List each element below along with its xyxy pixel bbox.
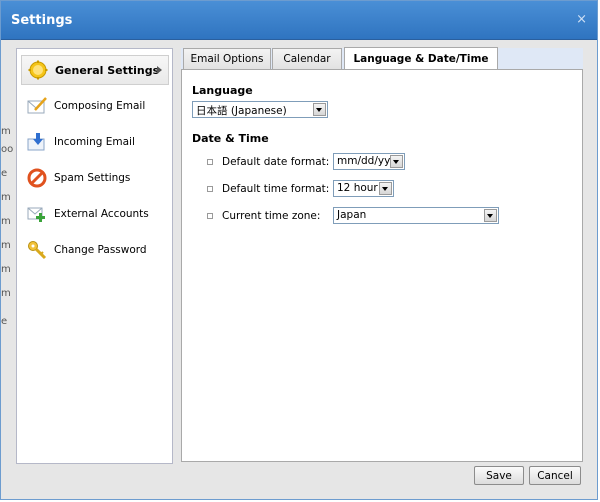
- chevron-down-icon[interactable]: [484, 209, 497, 222]
- tab-language-date-time[interactable]: Language & Date/Time: [344, 47, 498, 70]
- chevron-down-icon[interactable]: [313, 103, 326, 116]
- nav-item-spam-settings[interactable]: Spam Settings: [21, 163, 169, 193]
- bullet-icon: [207, 185, 213, 192]
- nav-label: Change Password: [54, 244, 147, 256]
- settings-panel: Email Options Calendar Language & Date/T…: [181, 47, 583, 462]
- chevron-down-icon[interactable]: [390, 155, 403, 168]
- background-fragment: oo: [1, 144, 14, 155]
- time-format-label: Default time format:: [222, 182, 330, 195]
- settings-nav: General Settings Composing Email Incomin…: [16, 48, 173, 464]
- tab-email-options[interactable]: Email Options: [183, 48, 271, 69]
- tab-calendar[interactable]: Calendar: [272, 48, 342, 69]
- close-icon[interactable]: ×: [576, 12, 587, 27]
- timezone-value: Japan: [337, 209, 367, 221]
- time-format-select[interactable]: 12 hour: [333, 180, 394, 197]
- date-time-heading: Date & Time: [192, 132, 269, 145]
- save-button-label: Save: [486, 469, 512, 482]
- nav-label: Composing Email: [54, 100, 146, 112]
- save-button[interactable]: Save: [474, 466, 524, 485]
- dialog-titlebar[interactable]: Settings ×: [1, 1, 597, 40]
- timezone-select[interactable]: Japan: [333, 207, 499, 224]
- chevron-right-icon: [157, 66, 162, 74]
- background-fragment: m: [1, 126, 11, 137]
- tab-label: Email Options: [190, 53, 264, 65]
- tab-label: Calendar: [283, 53, 331, 65]
- background-fragments: m oo e m m m m m e: [1, 126, 13, 366]
- tab-strip: Email Options Calendar Language & Date/T…: [181, 47, 583, 70]
- nav-label: Spam Settings: [54, 172, 131, 184]
- bullet-icon: [207, 158, 213, 165]
- nav-label: General Settings: [55, 63, 160, 77]
- background-fragment: m: [1, 216, 11, 227]
- bullet-icon: [207, 212, 213, 219]
- background-fragment: m: [1, 192, 11, 203]
- key-icon: [26, 239, 48, 261]
- background-fragment: m: [1, 288, 11, 299]
- chevron-down-icon[interactable]: [379, 182, 392, 195]
- background-fragment: e: [1, 168, 8, 179]
- gear-icon: [27, 59, 49, 81]
- nav-item-incoming-email[interactable]: Incoming Email: [21, 127, 169, 157]
- date-format-row: Default date format:: [207, 153, 329, 170]
- date-format-label: Default date format:: [222, 155, 330, 168]
- language-heading: Language: [192, 84, 253, 97]
- cancel-button[interactable]: Cancel: [529, 466, 581, 485]
- external-accounts-icon: [26, 203, 48, 225]
- background-fragment: m: [1, 264, 11, 275]
- date-format-value: mm/dd/yy: [337, 155, 391, 167]
- dialog-body: m oo e m m m m m e General Settings Comp…: [1, 40, 597, 499]
- spam-icon: [26, 167, 48, 189]
- nav-item-general-settings[interactable]: General Settings: [21, 55, 169, 85]
- timezone-row: Current time zone:: [207, 207, 320, 224]
- compose-icon: [26, 95, 48, 117]
- time-format-row: Default time format:: [207, 180, 329, 197]
- nav-item-change-password[interactable]: Change Password: [21, 235, 169, 265]
- dialog-title: Settings: [11, 13, 73, 28]
- language-value: 日本語 (Japanese): [196, 105, 287, 117]
- nav-item-external-accounts[interactable]: External Accounts: [21, 199, 169, 229]
- date-format-select[interactable]: mm/dd/yy: [333, 153, 405, 170]
- background-fragment: m: [1, 240, 11, 251]
- incoming-icon: [26, 131, 48, 153]
- nav-label: External Accounts: [54, 208, 149, 220]
- tab-content: Language 日本語 (Japanese) Date & Time Defa…: [181, 69, 583, 462]
- nav-item-composing-email[interactable]: Composing Email: [21, 91, 169, 121]
- settings-dialog: Settings × m oo e m m m m m e General Se…: [0, 0, 598, 500]
- background-fragment: e: [1, 316, 8, 327]
- time-format-value: 12 hour: [337, 182, 378, 194]
- language-select[interactable]: 日本語 (Japanese): [192, 101, 328, 118]
- timezone-label: Current time zone:: [222, 209, 321, 222]
- tab-label: Language & Date/Time: [353, 53, 489, 65]
- nav-label: Incoming Email: [54, 136, 135, 148]
- cancel-button-label: Cancel: [537, 469, 573, 482]
